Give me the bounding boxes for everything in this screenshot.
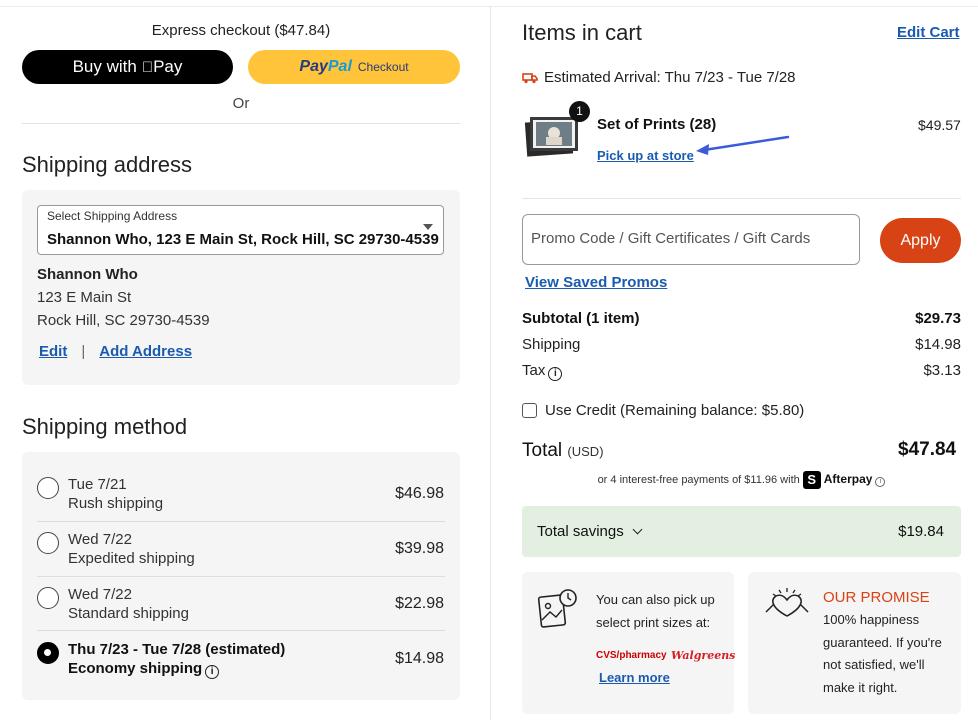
- shipping-method-panel: Tue 7/21 Rush shipping $46.98 Wed 7/22 E…: [22, 452, 460, 700]
- item-name: Set of Prints (28): [597, 116, 717, 133]
- walgreens-logo: Walgreens: [671, 649, 736, 662]
- currency-label: (USD): [567, 444, 604, 459]
- address-name: Shannon Who: [37, 266, 138, 283]
- subtotal-value: $29.73: [915, 310, 961, 327]
- promise-card: OUR PROMISE 100% happiness guaranteed. I…: [748, 572, 961, 714]
- address-city: Rock Hill, SC 29730-4539: [37, 312, 210, 329]
- shipping-price: $14.98: [395, 650, 444, 667]
- divider: [22, 123, 460, 124]
- arrow-annotation-icon: [696, 135, 790, 155]
- shipping-date: Wed 7/22: [68, 531, 132, 548]
- column-divider: [490, 6, 491, 720]
- afterpay-text: or 4 interest-free payments of $11.96 wi…: [597, 473, 800, 486]
- use-credit-label: Use Credit (Remaining balance: $5.80): [545, 402, 805, 419]
- arrival-text: Estimated Arrival: Thu 7/23 - Tue 7/28: [544, 69, 796, 86]
- heart-hands-icon: [765, 588, 809, 617]
- afterpay-logo-icon: S: [802, 471, 821, 489]
- shipping-date: Wed 7/22: [68, 586, 132, 603]
- info-icon[interactable]: i: [205, 665, 220, 679]
- select-label: Select Shipping Address: [47, 209, 178, 223]
- address-street: 123 E Main St: [37, 289, 132, 306]
- shipping-address-select[interactable]: Select Shipping Address Shannon Who, 123…: [37, 205, 444, 255]
- apply-button[interactable]: Apply: [880, 218, 961, 263]
- total-value: $47.84: [898, 439, 957, 460]
- tax-row: Tax i $3.13: [522, 362, 961, 381]
- total-label: Total (USD): [522, 440, 604, 461]
- shipping-name-with-info: Economy shipping i: [68, 660, 220, 679]
- item-price: $49.57: [918, 117, 961, 133]
- savings-label: Total savings: [537, 523, 643, 540]
- paypal-button[interactable]: PayPal Checkout: [248, 50, 460, 84]
- apple-pay-label: Buy with: [72, 57, 137, 76]
- apple-pay-brand: Pay: [142, 57, 183, 77]
- chevron-down-icon: [423, 224, 433, 230]
- photo-pickup-icon: [537, 589, 577, 628]
- tax-value: $3.13: [923, 362, 961, 379]
- shipping-method-title: Shipping method: [22, 414, 188, 439]
- edit-cart-link[interactable]: Edit Cart: [897, 24, 960, 41]
- pickup-text: You can also pick up select print sizes …: [596, 592, 715, 630]
- shipping-address-panel: Select Shipping Address Shannon Who, 123…: [22, 190, 460, 385]
- promo-code-input[interactable]: Promo Code / Gift Certificates / Gift Ca…: [522, 214, 860, 265]
- top-border: [0, 6, 978, 7]
- shipping-option-standard[interactable]: Wed 7/22 Standard shipping $22.98: [22, 562, 460, 622]
- radio-button[interactable]: [37, 587, 59, 609]
- paypal-logo: PayPal: [299, 58, 352, 75]
- shipping-option-economy[interactable]: Thu 7/23 - Tue 7/28 (estimated) Economy …: [22, 617, 460, 679]
- shipping-price: $22.98: [395, 595, 444, 612]
- select-value: Shannon Who, 123 E Main St, Rock Hill, S…: [47, 231, 439, 248]
- subtotal-label: Subtotal (1 item): [522, 310, 640, 327]
- shipping-option-rush[interactable]: Tue 7/21 Rush shipping $46.98: [22, 452, 460, 512]
- address-actions: Edit | Add Address: [39, 343, 192, 360]
- apple-pay-button[interactable]: Buy with Pay: [22, 50, 233, 84]
- paypal-checkout-label: Checkout: [357, 60, 409, 74]
- afterpay-brand: Afterpay: [823, 471, 873, 486]
- shipping-option-expedited[interactable]: Wed 7/22 Expedited shipping $39.98: [22, 507, 460, 567]
- radio-button-selected[interactable]: [37, 642, 59, 664]
- or-separator: Or: [232, 95, 250, 112]
- use-credit-option[interactable]: Use Credit (Remaining balance: $5.80): [522, 402, 804, 419]
- items-in-cart-title: Items in cart: [522, 20, 642, 45]
- shipping-row: Shipping $14.98: [522, 336, 961, 353]
- view-saved-promos-link[interactable]: View Saved Promos: [525, 274, 667, 291]
- info-icon[interactable]: i: [548, 367, 563, 381]
- apple-logo-icon: : [142, 59, 153, 76]
- cvs-logo: CVS/pharmacy: [596, 650, 667, 661]
- radio-button[interactable]: [37, 532, 59, 554]
- express-checkout-title: Express checkout ($47.84): [151, 22, 331, 39]
- shipping-date: Tue 7/21: [68, 476, 127, 493]
- store-pickup-card: You can also pick up select print sizes …: [522, 572, 736, 714]
- info-icon[interactable]: i: [875, 476, 886, 487]
- shipping-date: Thu 7/23 - Tue 7/28 (estimated): [68, 641, 286, 658]
- promise-text: 100% happiness guaranteed. If you're not…: [823, 612, 942, 696]
- tax-label: Tax: [522, 362, 546, 379]
- chevron-down-icon: [632, 524, 643, 535]
- shipping-price: $46.98: [395, 485, 444, 502]
- link-separator: |: [81, 343, 86, 360]
- total-savings-toggle[interactable]: Total savings $19.84: [522, 506, 961, 557]
- divider: [522, 198, 961, 199]
- afterpay-info: or 4 interest-free payments of $11.96 wi…: [522, 471, 961, 489]
- savings-value: $19.84: [898, 523, 944, 540]
- edit-address-link[interactable]: Edit: [39, 343, 67, 360]
- learn-more-link[interactable]: Learn more: [599, 670, 670, 685]
- use-credit-checkbox[interactable]: [522, 403, 537, 418]
- estimated-arrival: Estimated Arrival: Thu 7/23 - Tue 7/28: [522, 69, 796, 86]
- subtotal-row: Subtotal (1 item) $29.73: [522, 310, 961, 327]
- shipping-value: $14.98: [915, 336, 961, 353]
- shipping-address-title: Shipping address: [22, 152, 193, 177]
- promise-title: OUR PROMISE: [823, 589, 930, 606]
- add-address-link[interactable]: Add Address: [99, 343, 192, 360]
- truck-icon: [522, 72, 538, 83]
- radio-button[interactable]: [37, 477, 59, 499]
- shipping-price: $39.98: [395, 540, 444, 557]
- shipping-label: Shipping: [522, 336, 581, 353]
- quantity-badge: 1: [569, 101, 590, 122]
- pick-up-at-store-link[interactable]: Pick up at store: [597, 148, 694, 163]
